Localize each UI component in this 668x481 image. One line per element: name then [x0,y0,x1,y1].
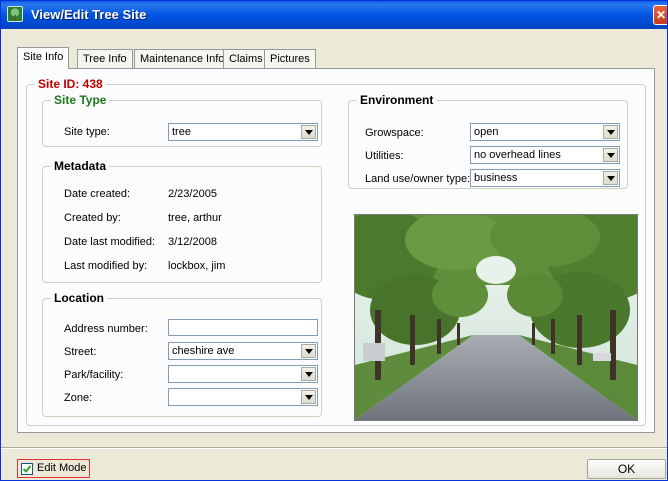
metadata-legend: Metadata [54,159,107,173]
footer-separator [1,447,667,449]
zone-label: Zone: [64,392,93,404]
growspace-select[interactable]: open [470,123,620,141]
chevron-down-icon[interactable] [603,148,618,162]
site-type-value: tree [172,126,191,138]
last-modified-by-label: Last modified by: [64,260,148,272]
close-icon: ✕ [656,8,667,22]
tree-icon [7,6,23,22]
growspace-label: Growspace: [365,127,424,139]
land-use-label: Land use/owner type: [365,173,471,185]
site-info-page: Site ID: 438 Site Type Site type: tree M… [17,68,655,433]
site-id-legend: Site ID: 438 [38,77,103,91]
date-last-modified-label: Date last modified: [64,236,156,248]
last-modified-by-value: lockbox, jim [168,260,226,272]
street-value: cheshire ave [172,345,235,357]
chevron-down-icon[interactable] [603,125,618,139]
ok-button[interactable]: OK [587,459,666,479]
growspace-value: open [474,126,499,138]
site-type-label: Site type: [64,126,110,138]
address-number-label: Address number: [64,323,148,335]
chevron-down-icon[interactable] [301,344,316,358]
zone-select[interactable] [168,388,318,406]
chevron-down-icon[interactable] [301,390,316,404]
land-use-select[interactable]: business [470,169,620,187]
chevron-down-icon[interactable] [603,171,618,185]
street-select[interactable]: cheshire ave [168,342,318,360]
date-created-value: 2/23/2005 [168,188,217,200]
edit-mode-toggle[interactable]: Edit Mode [17,459,90,478]
site-photo [354,214,638,421]
date-last-modified-value: 3/12/2008 [168,236,217,248]
address-number-input[interactable] [168,319,318,336]
created-by-value: tree, arthur [168,212,222,224]
edit-mode-checkbox[interactable] [21,463,33,475]
window-title: View/Edit Tree Site [31,7,147,22]
environment-legend: Environment [360,93,434,107]
title-bar[interactable]: View/Edit Tree Site ✕ [1,1,667,29]
checkmark-icon [22,465,32,473]
created-by-label: Created by: [64,212,121,224]
site-type-select[interactable]: tree [168,123,318,141]
street-label: Street: [64,346,97,358]
edit-mode-label: Edit Mode [37,462,87,474]
dialog-window: View/Edit Tree Site ✕ Site Info Tree Inf… [0,0,668,481]
park-facility-select[interactable] [168,365,318,383]
park-facility-label: Park/facility: [64,369,124,381]
location-legend: Location [54,291,104,305]
tab-claims[interactable]: Claims [223,49,269,69]
chevron-down-icon[interactable] [301,367,316,381]
tab-site-info[interactable]: Site Info [17,47,70,69]
tab-tree-info[interactable]: Tree Info [77,49,133,69]
close-button[interactable]: ✕ [653,5,667,25]
land-use-value: business [474,172,518,184]
date-created-label: Date created: [64,188,131,200]
utilities-label: Utilities: [365,150,404,162]
utilities-select[interactable]: no overhead lines [470,146,620,164]
utilities-value: no overhead lines [474,149,561,161]
tab-pictures[interactable]: Pictures [264,49,316,69]
site-type-legend: Site Type [54,93,107,107]
chevron-down-icon[interactable] [301,125,316,139]
tab-maintenance-info[interactable]: Maintenance Info [134,49,231,69]
